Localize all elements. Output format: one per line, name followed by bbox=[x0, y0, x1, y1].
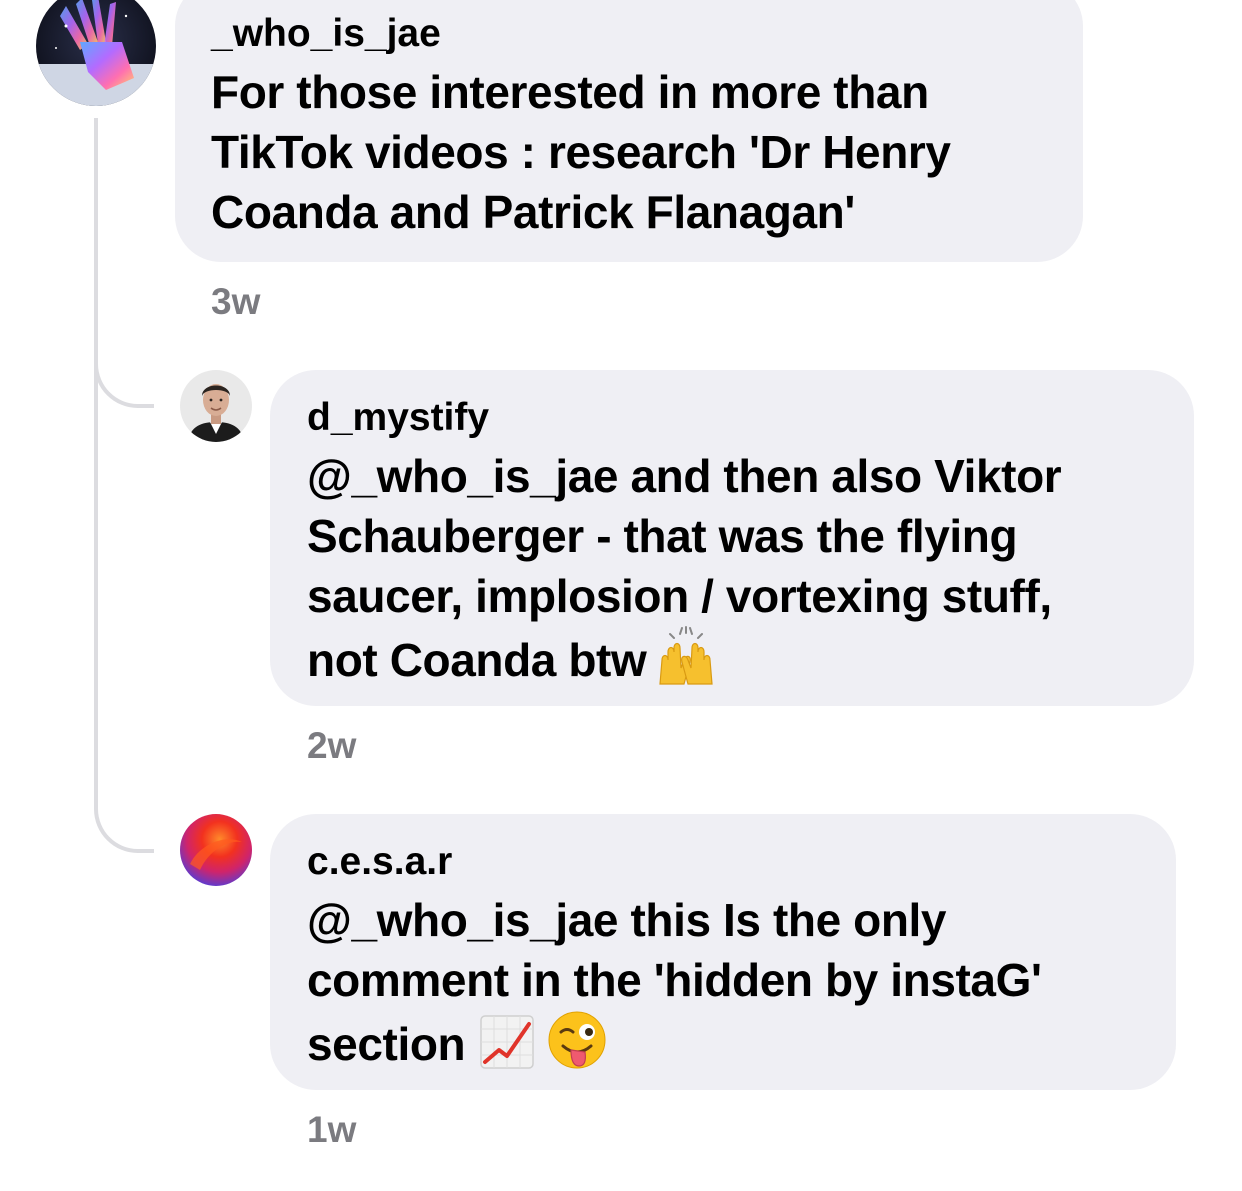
avatar[interactable] bbox=[180, 370, 252, 442]
comment-text-line: Schauberger - that was the flying bbox=[307, 510, 1018, 562]
comment-text-line: TikTok videos : research 'Dr Henry bbox=[211, 126, 951, 178]
comment-text-line: Coanda and Patrick Flanagan' bbox=[211, 186, 855, 238]
comment-text-line: saucer, implosion / vortexing stuff, bbox=[307, 570, 1052, 622]
comment-text-line: For those interested in more than bbox=[211, 66, 929, 118]
avatar[interactable] bbox=[180, 814, 252, 886]
comment-thread: _who_is_jae For those interested in more… bbox=[0, 0, 1242, 1191]
raising-hands-emoji bbox=[654, 626, 718, 686]
comment-text-line: comment in the 'hidden by instaG' bbox=[307, 954, 1042, 1006]
comment-text-line: @_who_is_jae and then also Viktor bbox=[307, 450, 1062, 502]
comment-timestamp: 3w bbox=[211, 281, 261, 322]
winking-face-tongue-emoji bbox=[547, 1010, 607, 1070]
comment-text-line: @_who_is_jae this Is the only bbox=[307, 894, 947, 946]
comment-timestamp: 1w bbox=[307, 1109, 357, 1150]
reply-connector-line bbox=[94, 118, 154, 853]
comment-text-segment: not Coanda btw bbox=[307, 634, 647, 686]
comment-text: For those interested in more than TikTok… bbox=[211, 62, 951, 242]
comment-text: @_who_is_jae this Is the only comment in… bbox=[307, 890, 1042, 1074]
comment-text-segment: section bbox=[307, 1018, 466, 1070]
comment-text: @_who_is_jae and then also Viktor Schaub… bbox=[307, 446, 1062, 690]
avatar[interactable] bbox=[36, 0, 156, 106]
comment-text-line: section bbox=[307, 1010, 1042, 1074]
comment-timestamp: 2w bbox=[307, 725, 357, 766]
comment-username[interactable]: _who_is_jae bbox=[211, 12, 441, 56]
chart-increasing-emoji bbox=[479, 1014, 535, 1070]
comment-text-line: not Coanda btw bbox=[307, 626, 1061, 690]
comment-username[interactable]: d_mystify bbox=[307, 396, 489, 440]
comment-username[interactable]: c.e.s.a.r bbox=[307, 840, 452, 884]
